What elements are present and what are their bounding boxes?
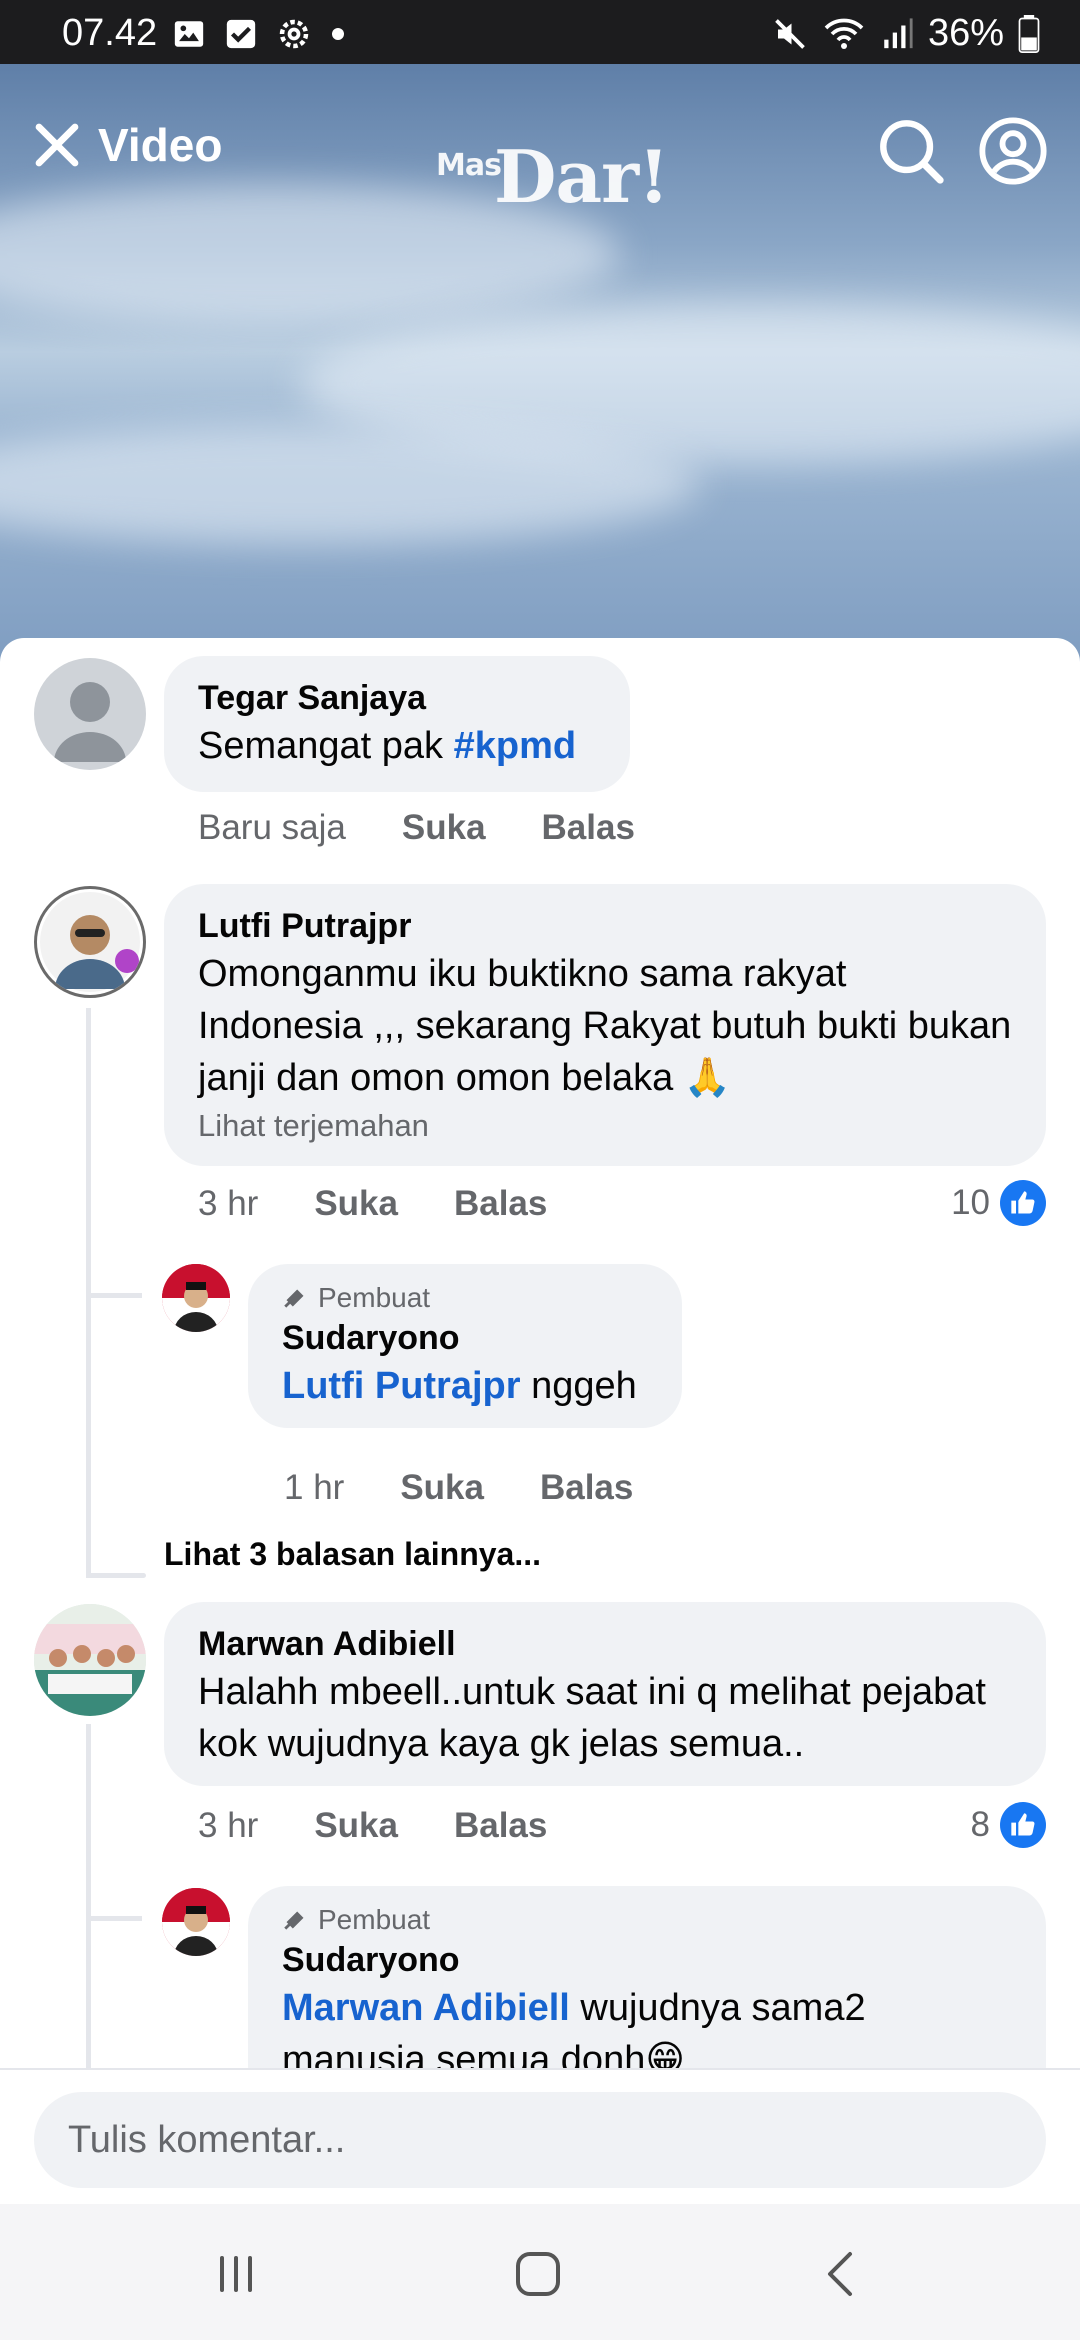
thread-line <box>86 1573 146 1578</box>
reply-button[interactable]: Balas <box>542 808 635 848</box>
like-button[interactable]: Suka <box>314 1184 398 1224</box>
view-more-replies-link[interactable]: Lihat 3 balasan lainnya... <box>164 1536 541 1573</box>
comment-bubble[interactable]: Marwan Adibiell Halahh mbeell..untuk saa… <box>164 1602 1046 1786</box>
dot-icon <box>332 28 344 40</box>
reaction-count[interactable]: 10 <box>951 1180 1046 1226</box>
comment-bubble[interactable]: Tegar Sanjaya Semangat pak #kpmd <box>164 656 630 792</box>
battery-percent: 36% <box>927 12 1004 54</box>
megaphone-icon <box>284 1289 304 1308</box>
logo-small-text: Mas <box>436 148 502 183</box>
comment-time: 3 hr <box>198 1806 259 1845</box>
reaction-count[interactable]: 8 <box>971 1802 1046 1848</box>
system-nav-bar <box>0 2204 1080 2340</box>
reply-text-plain: nggeh <box>520 1365 637 1407</box>
comment-text: Omonganmu iku buktikno sama rakyat Indon… <box>198 953 1012 1099</box>
like-count: 8 <box>970 1805 990 1844</box>
reply-actions: 1 hr Suka Balas <box>284 1468 689 1508</box>
mention-link[interactable]: Marwan Adibiell <box>282 1987 570 2029</box>
comment-actions: 3 hr Suka Balas <box>198 1806 603 1846</box>
video-player[interactable]: Video Mas Dar! <box>0 64 1080 664</box>
user-photo-icon <box>40 892 140 992</box>
settings-icon <box>279 19 309 49</box>
thread-line <box>86 1293 142 1298</box>
status-right-icons: 36% <box>772 12 1040 55</box>
signal-icon <box>884 17 913 48</box>
comment-actions: Baru saja Suka Balas <box>198 808 691 848</box>
avatar[interactable] <box>34 886 146 998</box>
comment-text: Semangat pak #kpmd <box>198 720 596 772</box>
mention-link[interactable]: Lutfi Putrajpr <box>282 1365 521 1407</box>
reply-button[interactable]: Balas <box>454 1184 547 1224</box>
group-photo-icon <box>34 1604 146 1716</box>
avatar[interactable] <box>34 658 146 770</box>
like-button[interactable]: Suka <box>314 1806 398 1846</box>
profile-icon[interactable] <box>978 116 1048 186</box>
comment-actions: 3 hr Suka Balas <box>198 1184 603 1224</box>
image-icon <box>174 21 204 47</box>
like-button[interactable]: Suka <box>402 808 486 848</box>
comment-input-placeholder: Tulis komentar... <box>68 2118 346 2161</box>
megaphone-icon <box>284 1911 304 1930</box>
comment-time: 3 hr <box>198 1184 259 1223</box>
recent-apps-icon[interactable] <box>206 2244 266 2304</box>
comment-author[interactable]: Tegar Sanjaya <box>198 676 596 720</box>
channel-logo: Mas Dar! <box>436 134 670 219</box>
wifi-icon <box>824 18 864 49</box>
status-time: 07.42 <box>62 12 158 54</box>
avatar[interactable] <box>162 1888 230 1956</box>
status-left-icons <box>172 16 346 52</box>
comment-author[interactable]: Lutfi Putrajpr <box>198 904 1012 948</box>
close-video-button[interactable]: Video <box>30 118 222 172</box>
reply-button[interactable]: Balas <box>454 1806 547 1846</box>
mute-icon <box>775 18 805 49</box>
search-icon[interactable] <box>876 116 946 186</box>
status-bar: 07.42 36% <box>0 0 1080 64</box>
reply-button[interactable]: Balas <box>540 1468 633 1508</box>
comment-bubble[interactable]: Lutfi Putrajpr Omonganmu iku buktikno sa… <box>164 884 1046 1166</box>
thread-line <box>86 1916 142 1921</box>
back-icon[interactable] <box>812 2244 872 2304</box>
default-user-icon <box>54 682 126 762</box>
comment-composer: Tulis komentar... <box>0 2068 1080 2204</box>
thumbs-up-icon <box>1000 1802 1046 1848</box>
author-badge: Pembuat <box>282 1280 648 1316</box>
badge-label: Pembuat <box>318 1282 431 1313</box>
thumbs-up-icon <box>1000 1180 1046 1226</box>
comment-text-plain: Semangat pak <box>198 725 454 767</box>
badge-label: Pembuat <box>318 1904 431 1935</box>
author-badge: Pembuat <box>282 1902 1012 1938</box>
close-icon <box>35 123 79 167</box>
comment-author[interactable]: Marwan Adibiell <box>198 1622 1012 1666</box>
hashtag-link[interactable]: #kpmd <box>454 725 576 767</box>
user-photo-icon <box>162 1888 230 1956</box>
reply-time: 1 hr <box>284 1468 345 1507</box>
comment-text: Halahh mbeell..untuk saat ini q melihat … <box>198 1671 986 1765</box>
comment-time: Baru saja <box>198 808 346 847</box>
comments-sheet[interactable]: Tegar Sanjaya Semangat pak #kpmd Baru sa… <box>0 638 1080 2204</box>
checkbox-icon <box>226 19 256 49</box>
home-icon[interactable] <box>508 2244 568 2304</box>
reply-text: Lutfi Putrajpr nggeh <box>282 1360 648 1412</box>
see-translation-link[interactable]: Lihat terjemahan <box>198 1104 1012 1148</box>
avatar[interactable] <box>34 1604 146 1716</box>
user-photo-icon <box>162 1264 230 1332</box>
avatar[interactable] <box>162 1264 230 1332</box>
battery-icon <box>1018 14 1040 53</box>
reply-author[interactable]: Sudaryono <box>282 1938 1012 1982</box>
like-button[interactable]: Suka <box>400 1468 484 1508</box>
comment-input[interactable]: Tulis komentar... <box>34 2092 1046 2188</box>
reply-bubble[interactable]: Pembuat Sudaryono Lutfi Putrajpr nggeh <box>248 1264 682 1428</box>
reply-author[interactable]: Sudaryono <box>282 1316 648 1360</box>
video-title: Video <box>98 119 223 171</box>
like-count: 10 <box>951 1183 990 1222</box>
